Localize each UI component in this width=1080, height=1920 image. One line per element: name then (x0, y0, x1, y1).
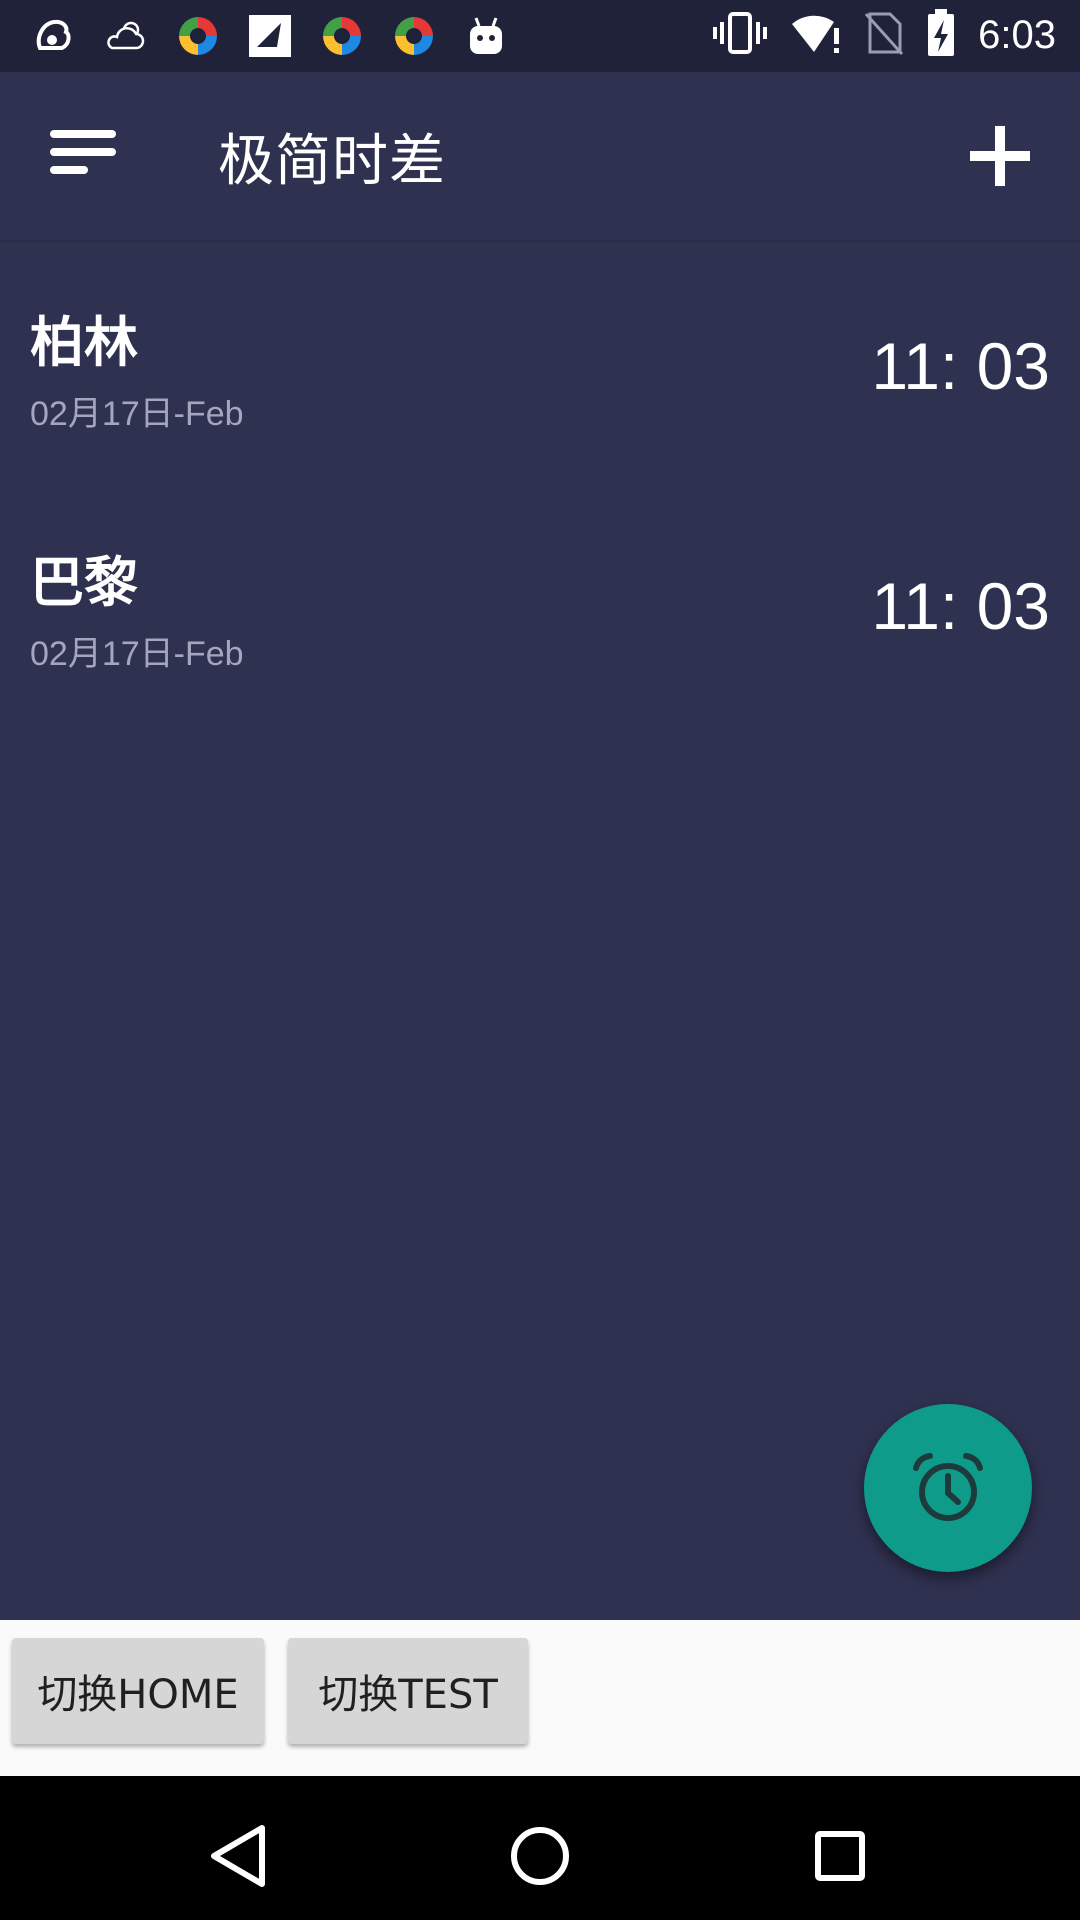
app-icon (172, 10, 224, 62)
city-name: 巴黎 (30, 551, 138, 614)
page-title: 极简时差 (218, 129, 446, 194)
app-icon (316, 10, 368, 62)
app-icon (388, 10, 440, 62)
city-name: 柏林 (30, 311, 138, 374)
status-bar: 6:03 (0, 0, 1080, 72)
clock-list: 柏林 02月17日-Feb 11: 03 巴黎 02月17日-Feb 11: 0… (0, 242, 1080, 722)
back-button[interactable] (200, 1816, 280, 1896)
back-icon (211, 1825, 265, 1887)
city-date: 02月17日-Feb (30, 635, 244, 673)
add-city-button[interactable] (960, 116, 1040, 196)
uc-browser-icon (28, 10, 80, 62)
list-item[interactable]: 柏林 02月17日-Feb 11: 03 (0, 242, 1080, 482)
menu-button[interactable] (48, 124, 120, 184)
system-icons: 6:03 (712, 8, 1056, 62)
list-item[interactable]: 巴黎 02月17日-Feb 11: 03 (0, 482, 1080, 722)
bottom-panel: 切换HOME 切换TEST (0, 1620, 1080, 1776)
city-date: 02月17日-Feb (30, 395, 244, 433)
menu-icon (50, 130, 116, 174)
alarm-fab-button[interactable] (864, 1404, 1032, 1572)
app-icon (244, 10, 296, 62)
city-time: 11: 03 (871, 329, 1050, 403)
notification-icons (28, 10, 512, 62)
plus-icon (970, 126, 1030, 186)
recents-button[interactable] (800, 1816, 880, 1896)
navigation-bar (0, 1776, 1080, 1920)
alarm-clock-icon (913, 1453, 983, 1521)
wifi-icon (790, 10, 842, 60)
battery-charging-icon (926, 8, 956, 62)
recents-icon (815, 1831, 865, 1881)
home-icon (511, 1827, 569, 1885)
switch-test-button[interactable]: 切换TEST (288, 1638, 528, 1744)
city-time: 11: 03 (871, 569, 1050, 643)
switch-home-button[interactable]: 切换HOME (12, 1638, 264, 1744)
android-icon (460, 10, 512, 62)
no-sim-icon (864, 10, 904, 60)
weather-icon (100, 10, 152, 62)
app-bar: 极简时差 (0, 72, 1080, 242)
vibrate-icon (712, 10, 768, 60)
home-button[interactable] (500, 1816, 580, 1896)
clock-time: 6:03 (978, 12, 1056, 57)
